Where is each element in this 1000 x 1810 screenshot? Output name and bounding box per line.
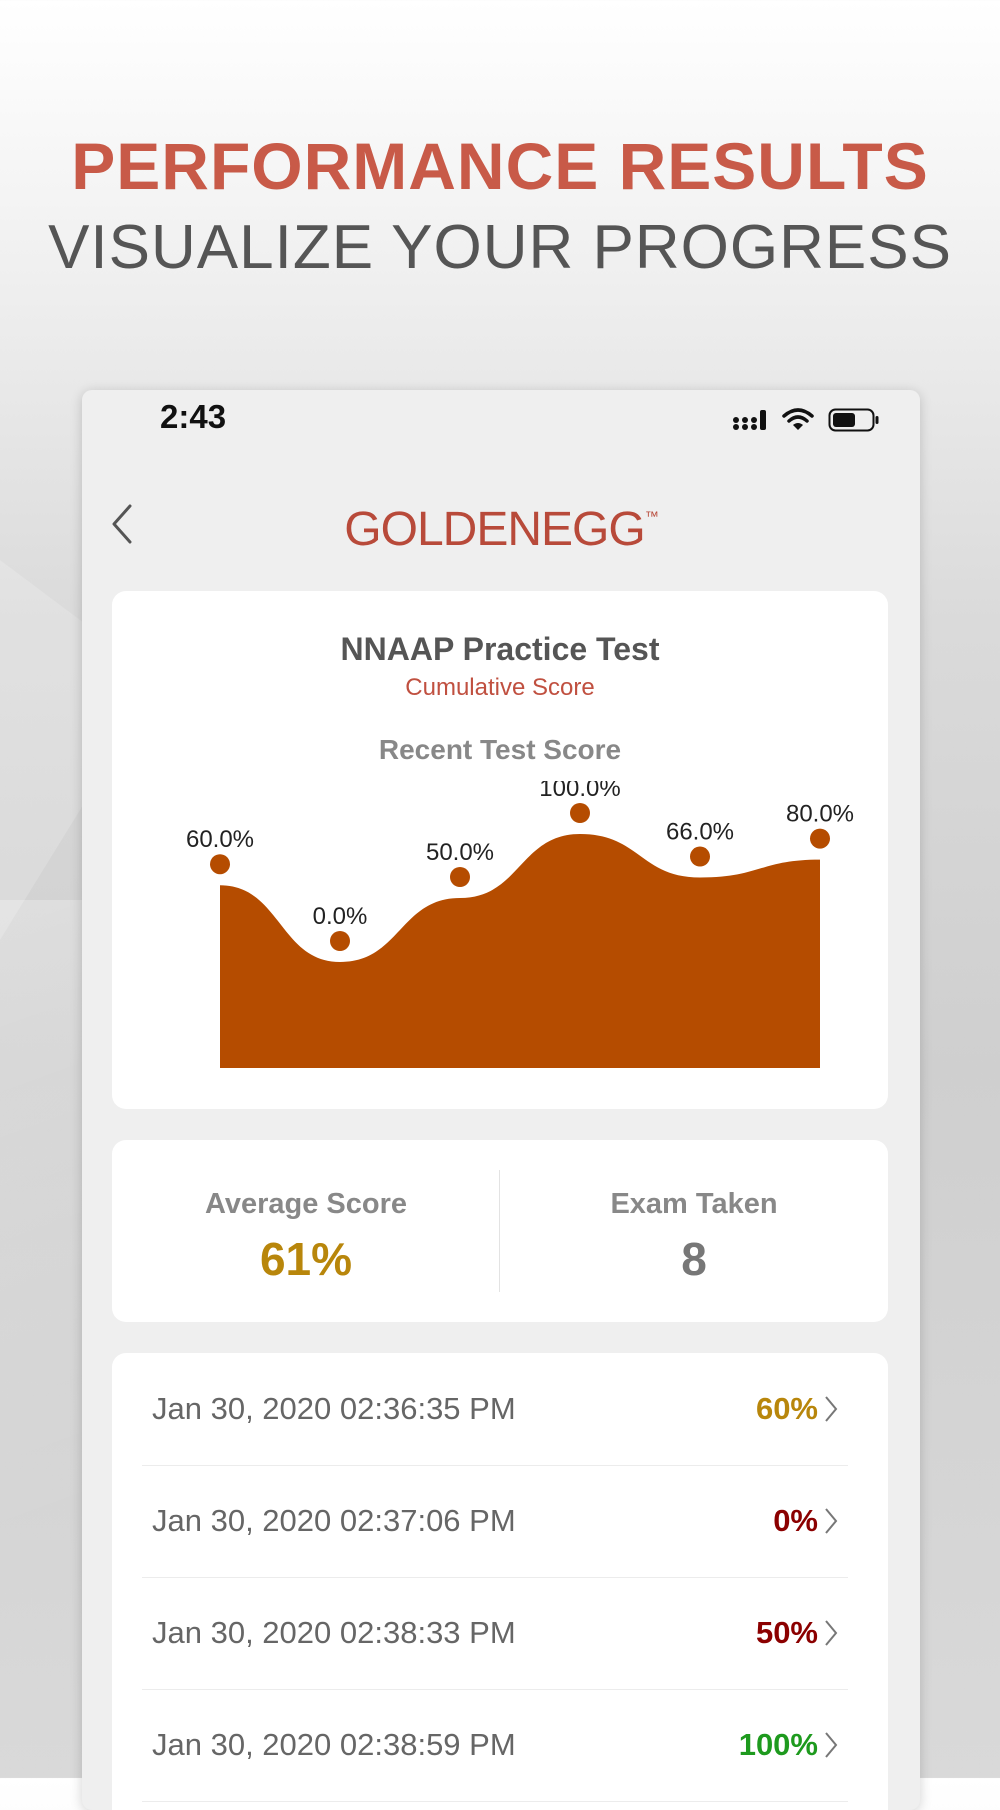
average-score-value: 61%	[259, 1233, 353, 1285]
data-point	[570, 803, 590, 823]
battery-icon	[828, 408, 879, 432]
exams-taken-label: Exam Taken	[610, 1188, 778, 1220]
attempt-row[interactable]: Jan 30, 2020 02:38:59 PM 100%	[142, 1689, 848, 1802]
status-icons	[732, 398, 880, 442]
data-label: 0.0%	[313, 903, 368, 930]
attempt-date: Jan 30, 2020 02:37:06 PM	[152, 1503, 516, 1538]
brand-logo: GOLDENEGG™	[82, 502, 920, 557]
attempts-list: Jan 30, 2020 02:36:35 PM 60% Jan 30, 202…	[112, 1353, 888, 1810]
exams-taken-value: 8	[681, 1233, 707, 1285]
recent-score-chart: 60.0% 0.0% 50.0% 100.0% 66.0% 80.0%	[186, 781, 854, 1068]
attempt-score: 60%	[755, 1391, 818, 1426]
promo-headline: PERFORMANCE RESULTS	[71, 129, 929, 203]
wifi-icon	[782, 408, 814, 430]
chart-title: NNAAP Practice Test	[340, 631, 660, 667]
data-label: 50.0%	[426, 839, 494, 866]
data-point	[450, 867, 470, 887]
cellular-signal-icon	[733, 410, 766, 430]
data-label: 80.0%	[786, 801, 854, 828]
data-label: 60.0%	[186, 826, 254, 853]
promo-subheadline: VISUALIZE YOUR PROGRESS	[48, 213, 952, 282]
chevron-right-icon	[825, 1620, 838, 1646]
attempt-score: 50%	[755, 1615, 818, 1650]
chevron-right-icon	[825, 1396, 838, 1422]
phone-screen: 2:43 GOLDENEGG™ NNAAP Practice Test Cumu…	[82, 390, 920, 1810]
data-point	[330, 931, 350, 951]
data-point	[690, 846, 710, 867]
chart-area	[220, 834, 820, 1068]
chart-card: NNAAP Practice Test Cumulative Score Rec…	[112, 591, 888, 1109]
attempt-date: Jan 30, 2020 02:38:59 PM	[152, 1727, 516, 1762]
chevron-right-icon	[825, 1732, 838, 1758]
data-label: 100.0%	[539, 781, 620, 802]
chevron-right-icon	[825, 1508, 838, 1534]
logo-text: GOLDENEGG	[344, 503, 645, 556]
chart-heading: Recent Test Score	[378, 734, 622, 765]
logo-trademark: ™	[644, 508, 659, 524]
chart-subtitle: Cumulative Score	[405, 674, 595, 701]
stats-card: Average Score 61% Exam Taken 8	[112, 1140, 888, 1322]
attempt-row[interactable]: Jan 30, 2020 02:37:06 PM 0%	[142, 1465, 848, 1578]
data-point	[210, 854, 230, 875]
attempt-row[interactable]: Jan 30, 2020 02:38:33 PM 50%	[142, 1577, 848, 1690]
attempt-score: 100%	[738, 1727, 818, 1762]
attempt-row[interactable]: Jan 30, 2020 02:36:35 PM 60%	[142, 1353, 848, 1466]
data-point	[810, 828, 830, 849]
attempt-score: 0%	[773, 1503, 818, 1538]
background-facet	[0, 900, 90, 1520]
average-score-label: Average Score	[204, 1188, 408, 1220]
average-score-stat: Average Score 61%	[112, 1140, 500, 1322]
exams-taken-stat: Exam Taken 8	[500, 1140, 888, 1322]
attempt-date: Jan 30, 2020 02:38:33 PM	[152, 1615, 516, 1650]
status-time: 2:43	[160, 398, 227, 435]
attempt-date: Jan 30, 2020 02:36:35 PM	[152, 1391, 516, 1426]
data-label: 66.0%	[666, 819, 734, 846]
